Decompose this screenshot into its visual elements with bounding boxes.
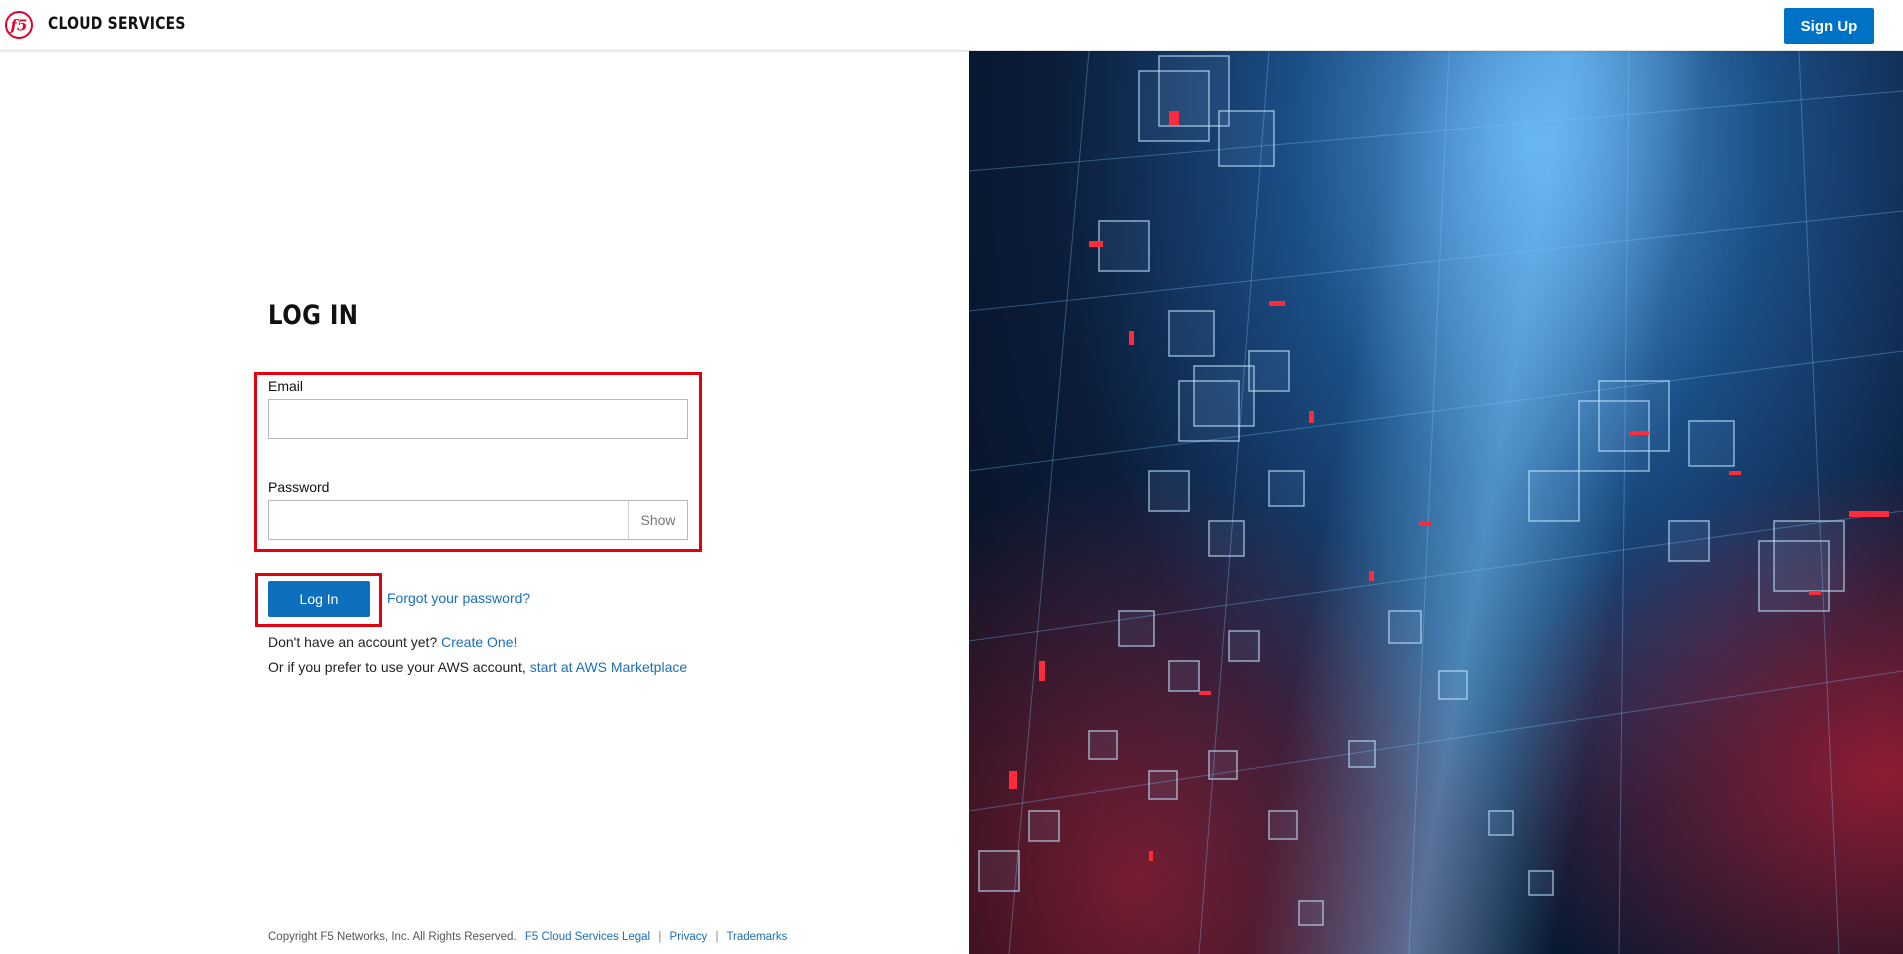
top-header: f5 CLOUD SERVICES Sign Up [0, 0, 1903, 51]
email-input[interactable] [268, 399, 688, 439]
page-title: LOG IN [268, 300, 359, 331]
show-password-button[interactable]: Show [628, 500, 688, 540]
footer: Copyright F5 Networks, Inc. All Rights R… [268, 931, 787, 943]
footer-separator: | [715, 931, 719, 943]
hero-image [969, 51, 1903, 954]
trademarks-link[interactable]: Trademarks [726, 931, 787, 943]
password-label: Password [268, 479, 330, 495]
privacy-link[interactable]: Privacy [670, 931, 708, 943]
footer-separator: | [658, 931, 662, 943]
create-account-line: Don't have an account yet? Create One! [268, 634, 517, 650]
password-input[interactable] [268, 500, 629, 540]
brand-name: CLOUD SERVICES [48, 14, 186, 34]
sign-up-button[interactable]: Sign Up [1784, 8, 1874, 44]
legal-link[interactable]: F5 Cloud Services Legal [525, 931, 650, 943]
email-label: Email [268, 378, 304, 394]
no-account-text: Don't have an account yet? [268, 634, 438, 650]
create-account-link[interactable]: Create One! [441, 634, 517, 650]
aws-marketplace-link[interactable]: start at AWS Marketplace [530, 659, 687, 675]
svg-text:f5: f5 [10, 17, 28, 35]
aws-line: Or if you prefer to use your AWS account… [268, 659, 687, 675]
copyright-text: Copyright F5 Networks, Inc. All Rights R… [268, 931, 517, 943]
forgot-password-link[interactable]: Forgot your password? [387, 590, 530, 606]
aws-text: Or if you prefer to use your AWS account… [268, 659, 526, 675]
f5-logo-icon[interactable]: f5 [5, 11, 33, 39]
log-in-button[interactable]: Log In [268, 581, 370, 617]
cubes-grid-artwork [969, 51, 1903, 954]
